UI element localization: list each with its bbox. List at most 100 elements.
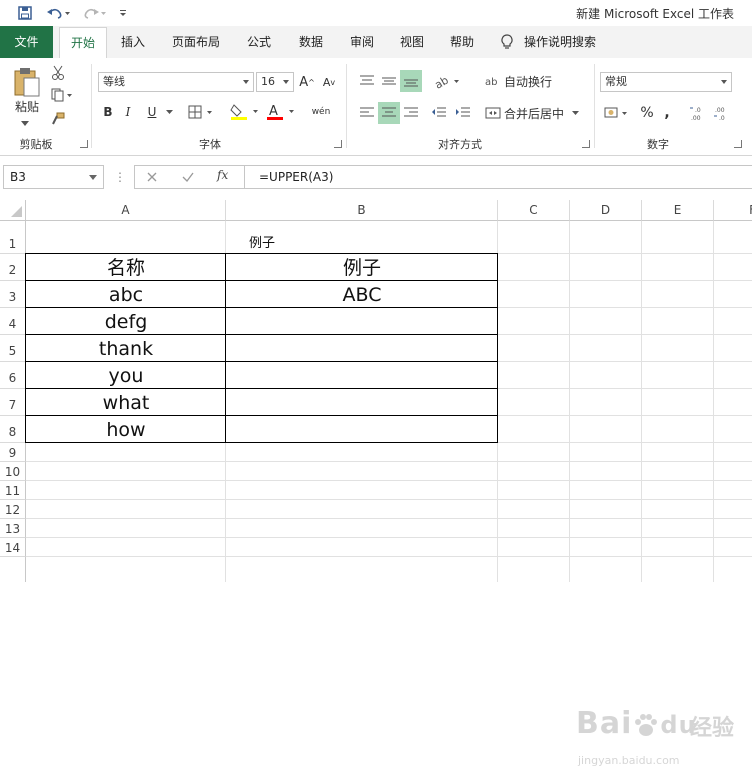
wrap-text-icon[interactable]: ab (484, 70, 502, 92)
orientation-icon[interactable]: ab (432, 70, 464, 92)
format-painter-icon[interactable] (48, 110, 68, 128)
align-left-icon[interactable] (356, 102, 378, 124)
row-header-8[interactable]: 8 (0, 416, 26, 443)
tab-view[interactable]: 视图 (392, 26, 432, 58)
decrease-indent-icon[interactable] (428, 102, 450, 124)
row-header-7[interactable]: 7 (0, 389, 26, 416)
lightbulb-icon[interactable] (500, 34, 518, 52)
cell-a3[interactable]: abc (26, 281, 226, 308)
comma-button[interactable]: , (660, 102, 674, 124)
merge-dropdown-icon[interactable] (570, 102, 580, 124)
cell-a5[interactable]: thank (26, 335, 226, 362)
font-name-select[interactable]: 等线 (98, 72, 254, 92)
column-header-f[interactable]: F (714, 200, 752, 221)
row-header-12[interactable]: 12 (0, 500, 26, 519)
clipboard-launcher-icon[interactable] (80, 140, 88, 148)
formula-input[interactable]: =UPPER(A3) (244, 165, 752, 189)
column-header-d[interactable]: D (570, 200, 642, 221)
paste-dropdown-icon[interactable] (18, 118, 32, 128)
row-header-9[interactable]: 9 (0, 443, 26, 462)
number-format-value: 常规 (605, 75, 627, 88)
merge-center-button[interactable]: 合并后居中 (504, 102, 568, 124)
paste-button[interactable]: 粘贴 (8, 98, 46, 114)
row-header-4[interactable]: 4 (0, 308, 26, 335)
alignment-launcher-icon[interactable] (582, 140, 590, 148)
fill-color-icon[interactable] (228, 102, 262, 122)
row-header-3[interactable]: 3 (0, 281, 26, 308)
increase-decimal-icon[interactable]: .0.00 (688, 102, 710, 124)
watermark-url: jingyan.baidu.com (578, 754, 680, 767)
cut-icon[interactable] (48, 64, 68, 82)
wrap-text-button[interactable]: 自动换行 (504, 70, 560, 92)
row-header-5[interactable]: 5 (0, 335, 26, 362)
cancel-icon[interactable] (145, 170, 161, 186)
tab-review[interactable]: 审阅 (342, 26, 382, 58)
save-icon[interactable] (14, 4, 36, 22)
undo-icon[interactable] (44, 4, 74, 22)
accounting-format-icon[interactable] (602, 102, 632, 124)
worksheet-grid[interactable]: A B C D E F 1 2 3 4 5 6 7 8 9 10 11 12 1… (0, 200, 752, 767)
tab-data[interactable]: 数据 (290, 26, 332, 58)
row-header-10[interactable]: 10 (0, 462, 26, 481)
align-right-icon[interactable] (400, 102, 422, 124)
cell-b3[interactable]: ABC (226, 281, 498, 308)
cell-a7[interactable]: what (26, 389, 226, 416)
increase-font-button[interactable]: A ^ (298, 72, 316, 92)
tab-page-layout[interactable]: 页面布局 (164, 26, 228, 58)
column-header-c[interactable]: C (498, 200, 570, 221)
name-box[interactable]: B3 (3, 165, 104, 189)
insert-function-button[interactable]: fx (217, 168, 237, 186)
number-format-select[interactable]: 常规 (600, 72, 732, 92)
decrease-font-button[interactable]: Av (320, 72, 338, 92)
row-header-14[interactable]: 14 (0, 538, 26, 557)
row-header-2[interactable]: 2 (0, 254, 26, 281)
decrease-decimal-icon[interactable]: .00.0 (712, 102, 734, 124)
tab-file[interactable]: 文件 (0, 26, 53, 58)
underline-dropdown-icon[interactable] (164, 102, 174, 122)
cell-a6[interactable]: you (26, 362, 226, 389)
align-bottom-icon[interactable] (400, 70, 422, 92)
underline-button[interactable]: U (142, 102, 162, 122)
cell-b2[interactable]: 例子 (226, 254, 498, 281)
italic-button[interactable]: I (120, 102, 136, 122)
tell-me-search[interactable]: 操作说明搜索 (524, 26, 608, 58)
tab-help[interactable]: 帮助 (442, 26, 482, 58)
row-header-6[interactable]: 6 (0, 362, 26, 389)
tab-formulas[interactable]: 公式 (238, 26, 280, 58)
tab-insert[interactable]: 插入 (112, 26, 154, 58)
font-color-icon[interactable]: A (264, 102, 298, 122)
row-header-13[interactable]: 13 (0, 519, 26, 538)
number-launcher-icon[interactable] (734, 140, 742, 148)
copy-icon[interactable] (48, 86, 76, 104)
column-header-e[interactable]: E (642, 200, 714, 221)
enter-icon[interactable] (181, 170, 197, 186)
borders-icon[interactable] (186, 102, 216, 122)
column-header-b[interactable]: B (226, 200, 498, 221)
cell-a8[interactable]: how (26, 416, 226, 443)
font-size-select[interactable]: 16 (256, 72, 294, 92)
column-header-a[interactable]: A (26, 200, 226, 221)
paste-icon[interactable] (10, 64, 44, 100)
cell-b1[interactable]: 例子 (226, 234, 298, 254)
row-header-15[interactable] (0, 557, 26, 582)
merge-center-icon[interactable] (484, 102, 502, 124)
select-all-corner[interactable] (0, 200, 26, 221)
align-middle-icon[interactable] (378, 70, 400, 92)
svg-text:.0: .0 (695, 107, 701, 114)
font-group-label: 字体 (199, 138, 221, 151)
bold-button[interactable]: B (100, 102, 116, 122)
percent-button[interactable]: % (638, 102, 656, 124)
tab-home[interactable]: 开始 (59, 27, 107, 58)
row-header-11[interactable]: 11 (0, 481, 26, 500)
font-launcher-icon[interactable] (334, 140, 342, 148)
customize-qat-icon[interactable] (116, 4, 130, 22)
more-options-icon[interactable]: ⋮ (114, 170, 126, 184)
align-top-icon[interactable] (356, 70, 378, 92)
cell-a4[interactable]: defg (26, 308, 226, 335)
phonetic-guide-button[interactable]: wén (306, 100, 336, 124)
row-header-1[interactable]: 1 (0, 221, 26, 254)
cell-a2[interactable]: 名称 (26, 254, 226, 281)
increase-indent-icon[interactable] (452, 102, 474, 124)
redo-icon[interactable] (80, 4, 110, 22)
align-center-icon[interactable] (378, 102, 400, 124)
